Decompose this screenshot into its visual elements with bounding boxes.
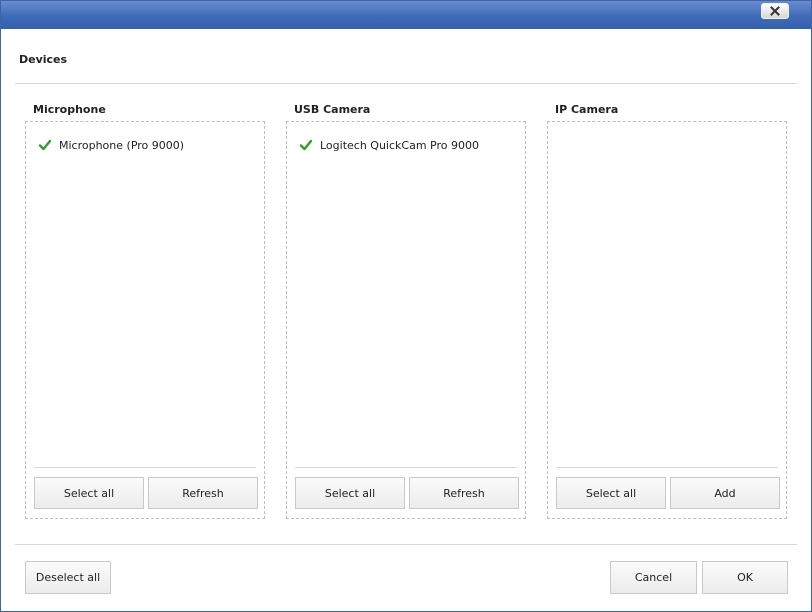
- device-label: Microphone (Pro 9000): [59, 138, 185, 152]
- cancel-button[interactable]: Cancel: [610, 561, 697, 594]
- devices-dialog: Devices Microphone Microphone (Pro 9000)…: [0, 0, 812, 612]
- close-icon: [770, 6, 780, 16]
- device-list-usb-camera: Logitech QuickCam Pro 9000: [287, 122, 525, 458]
- panel-ip-camera: Select all Add: [547, 121, 787, 519]
- refresh-button[interactable]: Refresh: [148, 477, 258, 509]
- list-item[interactable]: Microphone (Pro 9000): [38, 138, 184, 152]
- panel-divider: [556, 467, 778, 468]
- panel-divider: [34, 467, 256, 468]
- ok-button[interactable]: OK: [702, 561, 788, 594]
- checkmark-icon: [299, 139, 313, 151]
- footer-divider: [15, 544, 797, 545]
- list-item[interactable]: Logitech QuickCam Pro 9000: [299, 138, 479, 152]
- panel-title-microphone: Microphone: [33, 103, 106, 116]
- device-label: Logitech QuickCam Pro 9000: [320, 138, 479, 152]
- device-list-ip-camera: [548, 122, 786, 458]
- add-button[interactable]: Add: [670, 477, 780, 509]
- refresh-button[interactable]: Refresh: [409, 477, 519, 509]
- panel-microphone: Microphone (Pro 9000) Select all Refresh: [25, 121, 265, 519]
- title-bar: [1, 1, 811, 29]
- checkmark-icon: [38, 139, 52, 151]
- page-title: Devices: [19, 53, 68, 66]
- select-all-button[interactable]: Select all: [556, 477, 666, 509]
- panel-title-ip-camera: IP Camera: [555, 103, 619, 116]
- select-all-button[interactable]: Select all: [295, 477, 405, 509]
- header-divider: [15, 83, 797, 84]
- select-all-button[interactable]: Select all: [34, 477, 144, 509]
- panel-divider: [295, 467, 517, 468]
- device-list-microphone: Microphone (Pro 9000): [26, 122, 264, 458]
- close-button[interactable]: [761, 3, 789, 19]
- panel-usb-camera: Logitech QuickCam Pro 9000 Select all Re…: [286, 121, 526, 519]
- deselect-all-button[interactable]: Deselect all: [25, 561, 111, 594]
- panel-title-usb-camera: USB Camera: [294, 103, 371, 116]
